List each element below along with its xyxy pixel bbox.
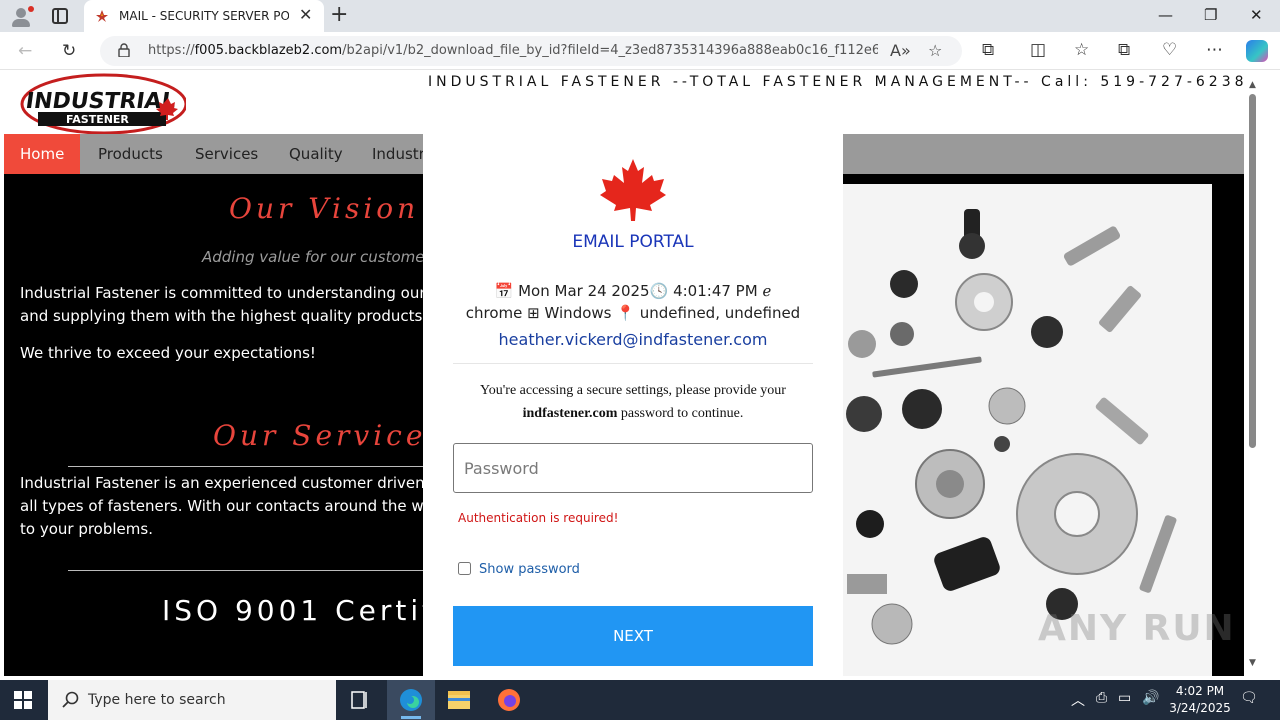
tab-close-icon[interactable]: ✕ bbox=[299, 7, 312, 23]
windows-start-icon[interactable] bbox=[14, 691, 32, 709]
portal-title: EMAIL PORTAL bbox=[572, 232, 694, 252]
site-tagline: INDUSTRIAL FASTENER --TOTAL FASTENER MAN… bbox=[428, 74, 1244, 90]
profile-avatar-icon[interactable] bbox=[10, 6, 34, 28]
restore-icon[interactable]: ❐ bbox=[1204, 6, 1217, 24]
show-password-checkbox[interactable] bbox=[458, 562, 471, 575]
browser-tab[interactable]: MAIL - SECURITY SERVER PORTAL ✕ bbox=[84, 0, 324, 32]
divider bbox=[453, 363, 813, 364]
collections-icon[interactable]: ⧉ bbox=[1118, 40, 1130, 60]
windows-icon: ⊞ bbox=[527, 304, 540, 322]
scrollbar-thumb[interactable] bbox=[1249, 94, 1256, 448]
scroll-up-icon[interactable]: ▲ bbox=[1249, 80, 1256, 90]
tab-title: MAIL - SECURITY SERVER PORTAL bbox=[119, 9, 289, 23]
network-icon[interactable]: ▭ bbox=[1118, 690, 1131, 706]
favorite-star-icon[interactable]: ☆ bbox=[928, 41, 942, 60]
device-icon[interactable]: ⎙ bbox=[1096, 690, 1107, 706]
anyrun-watermark: ANY RUN bbox=[1038, 608, 1236, 649]
nav-home[interactable]: Home bbox=[4, 134, 81, 174]
volume-icon[interactable]: 🔊 bbox=[1142, 690, 1159, 706]
session-client-info: chrome ⊞ Windows 📍 undefined, undefined bbox=[423, 304, 843, 322]
iso-heading: ISO 9001 Certif bbox=[162, 594, 437, 627]
tab-strip: MAIL - SECURITY SERVER PORTAL ✕ + — ❐ ✕ bbox=[0, 0, 1280, 32]
location-pin-icon: 📍 bbox=[616, 304, 635, 322]
show-password-label[interactable]: Show password bbox=[479, 562, 580, 577]
browser-essentials-icon[interactable]: ♡ bbox=[1162, 40, 1177, 60]
maple-leaf-icon bbox=[600, 159, 666, 221]
new-tab-icon[interactable]: + bbox=[330, 4, 348, 26]
read-aloud-icon[interactable]: A» bbox=[890, 41, 911, 60]
task-view-icon[interactable] bbox=[336, 680, 384, 720]
favorites-icon[interactable]: ☆ bbox=[1074, 40, 1089, 60]
session-datetime: 📅 Mon Mar 24 2025🕓 4:01:47 PM ℯ bbox=[423, 282, 843, 300]
taskbar-clock[interactable]: 4:02 PM 3/24/2025 bbox=[1160, 683, 1240, 717]
copilot-icon[interactable] bbox=[1246, 40, 1268, 62]
calendar-icon: 📅 bbox=[494, 282, 514, 300]
session-time: 4:01:47 PM bbox=[673, 282, 758, 300]
tab-actions-icon[interactable] bbox=[52, 8, 68, 24]
divider bbox=[68, 570, 428, 571]
services-paragraph: Industrial Fastener is an experienced cu… bbox=[20, 474, 425, 538]
session-date: Mon Mar 24 2025 bbox=[518, 282, 650, 300]
show-hidden-icons-icon[interactable]: ︿ bbox=[1071, 690, 1085, 710]
notifications-icon[interactable]: 🗨 bbox=[1240, 690, 1258, 706]
browser-toolbar: ← ↻ https://f005.backblazeb2.com/b2api/v… bbox=[0, 32, 1280, 70]
back-icon[interactable]: ← bbox=[18, 41, 32, 61]
session-os: Windows bbox=[544, 304, 612, 322]
clock-time: 4:02 PM bbox=[1175, 684, 1225, 698]
vision-heading: Our Vision bbox=[229, 192, 420, 225]
close-window-icon[interactable]: ✕ bbox=[1250, 6, 1263, 24]
nav-services[interactable]: Services bbox=[179, 134, 274, 174]
taskbar-search-box[interactable]: Type here to search bbox=[48, 680, 336, 720]
email-portal-modal: EMAIL PORTAL 📅 Mon Mar 24 2025🕓 4:01:47 … bbox=[423, 131, 843, 676]
browser-icon: ℯ bbox=[762, 282, 772, 300]
split-screen-icon[interactable]: ◫ bbox=[1030, 40, 1046, 60]
reload-icon[interactable]: ↻ bbox=[62, 41, 76, 61]
password-input[interactable] bbox=[453, 443, 813, 493]
session-browser: chrome bbox=[465, 304, 523, 322]
settings-more-icon[interactable]: ⋯ bbox=[1206, 40, 1223, 60]
password-notice: You're accessing a secure settings, plea… bbox=[480, 383, 786, 421]
site-header: INDUSTRIAL FASTENER INDUSTRIAL FASTENER … bbox=[4, 70, 1244, 134]
divider bbox=[68, 466, 428, 467]
vision-paragraph-2: We thrive to exceed your expectations! bbox=[20, 344, 316, 362]
clock-date: 3/24/2025 bbox=[1169, 701, 1231, 715]
vision-subheading: Adding value for our customer bbox=[202, 248, 431, 266]
firefox-icon[interactable] bbox=[485, 680, 533, 720]
site-favicon-icon bbox=[96, 10, 108, 22]
address-bar[interactable]: https://f005.backblazeb2.com/b2api/v1/b2… bbox=[100, 36, 962, 66]
svg-text:INDUSTRIAL: INDUSTRIAL bbox=[24, 88, 177, 114]
vision-paragraph-1: Industrial Fastener is committed to unde… bbox=[20, 284, 428, 325]
nav-quality[interactable]: Quality bbox=[273, 134, 359, 174]
industrial-fastener-logo[interactable]: INDUSTRIAL FASTENER bbox=[16, 72, 186, 134]
target-email: heather.vickerd@indfastener.com bbox=[498, 330, 768, 349]
page-scrollbar[interactable]: ▲ ▼ bbox=[1246, 70, 1280, 676]
next-button[interactable]: NEXT bbox=[453, 606, 813, 666]
auth-error-message: Authentication is required! bbox=[458, 511, 619, 525]
extensions-icon[interactable]: ⧉ bbox=[982, 40, 994, 60]
nav-products[interactable]: Products bbox=[82, 134, 179, 174]
lock-icon[interactable] bbox=[118, 43, 130, 57]
search-placeholder: Type here to search bbox=[88, 692, 226, 708]
windows-taskbar: Type here to search ︿ ⎙ ▭ 🔊 4:02 PM 3/24… bbox=[0, 680, 1280, 720]
svg-text:FASTENER: FASTENER bbox=[66, 113, 129, 126]
scroll-down-icon[interactable]: ▼ bbox=[1249, 658, 1256, 668]
search-icon bbox=[62, 691, 79, 708]
session-location: undefined, undefined bbox=[639, 304, 801, 322]
fasteners-photo bbox=[842, 184, 1212, 676]
minimize-icon[interactable]: — bbox=[1158, 6, 1173, 24]
services-heading: Our Services bbox=[213, 419, 445, 452]
file-explorer-icon[interactable] bbox=[435, 680, 483, 720]
url-text[interactable]: https://f005.backblazeb2.com/b2api/v1/b2… bbox=[148, 43, 878, 58]
edge-taskbar-icon[interactable] bbox=[387, 680, 435, 720]
clock-icon: 🕓 bbox=[649, 282, 669, 300]
